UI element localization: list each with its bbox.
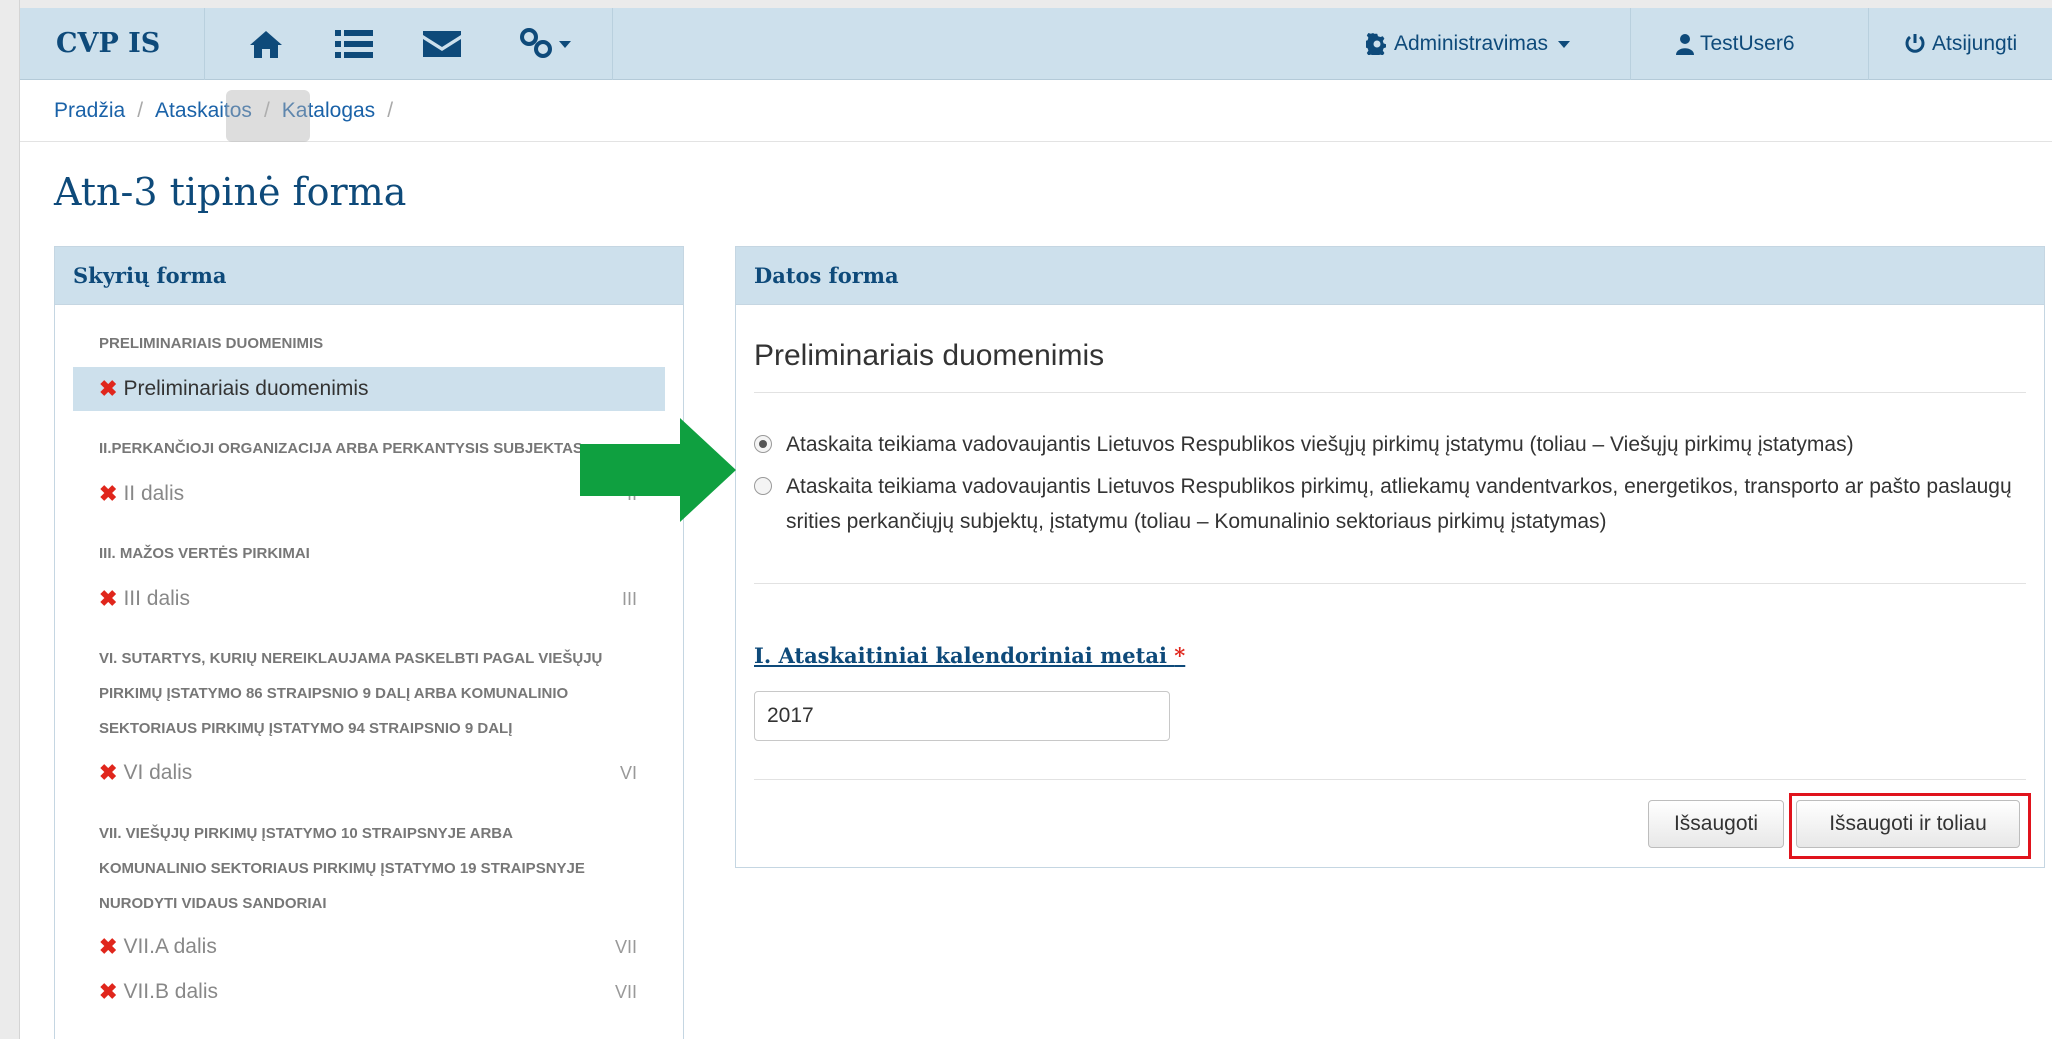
- section-roman: VI: [619, 762, 637, 783]
- breadcrumb-home[interactable]: Pradžia: [54, 99, 125, 123]
- nav-divider: [612, 8, 613, 80]
- green-arrow-annotation: [580, 418, 736, 522]
- user-icon: [1676, 34, 1694, 55]
- sections-panel: Skyrių forma PRELIMINARIAIS DUOMENIMIS ✖…: [54, 246, 684, 1039]
- section-item-vii-a[interactable]: ✖ VII.A dalis VII: [73, 925, 665, 969]
- divider: [754, 583, 2026, 584]
- section-header: NURODYTI VIDAUS SANDORIAI: [99, 895, 327, 912]
- required-mark: *: [1174, 643, 1186, 668]
- user-menu[interactable]: TestUser6: [1676, 8, 1795, 80]
- logout-link[interactable]: Atsijungti: [1904, 8, 2017, 80]
- breadcrumb-separator: /: [137, 98, 144, 122]
- data-form-title: Datos forma: [736, 247, 2044, 305]
- gear-icon: [1366, 33, 1387, 55]
- nav-divider: [1630, 8, 1631, 80]
- error-x-icon: ✖: [99, 481, 118, 506]
- link-icon[interactable]: [510, 26, 580, 62]
- admin-menu[interactable]: Administravimas: [1366, 8, 1571, 80]
- radio-option-public-procurement[interactable]: Ataskaita teikiama vadovaujantis Lietuvo…: [754, 427, 2034, 462]
- hover-tooltip: [226, 90, 310, 142]
- envelope-icon[interactable]: [422, 26, 462, 62]
- top-strip: [0, 0, 2052, 8]
- section-item-preliminary[interactable]: ✖ Preliminariais duomenimis: [73, 367, 665, 411]
- divider: [754, 392, 2026, 393]
- section-item-vi[interactable]: ✖ VI dalis VI: [73, 751, 665, 795]
- section-item-label: VI dalis: [123, 761, 193, 784]
- section-item-label: VII.A dalis: [123, 935, 217, 958]
- chevron-down-icon: [1558, 40, 1571, 48]
- section-header: SEKTORIAUS PIRKIMŲ ĮSTATYMO 94 STRAIPSNI…: [99, 720, 513, 737]
- year-field-label: I. Ataskaitiniai kalendoriniai metai *: [754, 643, 1185, 668]
- nav-divider: [1868, 8, 1869, 80]
- logout-label: Atsijungti: [1932, 32, 2018, 55]
- error-x-icon: ✖: [99, 586, 118, 611]
- data-form-panel: Datos forma Preliminariais duomenimis At…: [735, 246, 2045, 868]
- navbar: CVP IS Administravimas TestUser6 Atsijun…: [20, 8, 2052, 80]
- chevron-down-icon: [559, 40, 571, 48]
- year-field-label-text: I. Ataskaitiniai kalendoriniai metai: [754, 643, 1167, 668]
- section-roman: VII: [614, 936, 637, 957]
- divider: [754, 779, 2026, 780]
- error-x-icon: ✖: [99, 934, 118, 959]
- radio-button[interactable]: [754, 477, 772, 495]
- section-item-label: Preliminariais duomenimis: [123, 377, 369, 400]
- section-header: VII. VIEŠŲJŲ PIRKIMŲ ĮSTATYMO 10 STRAIPS…: [99, 825, 513, 842]
- save-button[interactable]: Išsaugoti: [1648, 800, 1784, 848]
- brand-divider: [204, 8, 205, 80]
- section-item-iii[interactable]: ✖ III dalis III: [73, 577, 665, 621]
- radio-option-utilities-procurement[interactable]: Ataskaita teikiama vadovaujantis Lietuvo…: [754, 469, 2034, 539]
- year-input[interactable]: [754, 691, 1170, 741]
- section-header: KOMUNALINIO SEKTORIAUS PIRKIMŲ ĮSTATYMO …: [99, 860, 585, 877]
- form-heading: Preliminariais duomenimis: [754, 339, 1105, 372]
- error-x-icon: ✖: [99, 376, 118, 401]
- error-x-icon: ✖: [99, 760, 118, 785]
- section-item-label: II dalis: [123, 482, 185, 505]
- red-highlight-box: [1789, 793, 2031, 859]
- sections-panel-title: Skyrių forma: [55, 247, 683, 305]
- radio-label: Ataskaita teikiama vadovaujantis Lietuvo…: [786, 433, 1854, 456]
- error-x-icon: ✖: [99, 979, 118, 1004]
- section-item-ii[interactable]: ✖ II dalis II: [73, 472, 665, 516]
- home-icon[interactable]: [246, 26, 286, 62]
- breadcrumb-separator: /: [387, 98, 394, 122]
- section-header: PRELIMINARIAIS DUOMENIMIS: [99, 335, 324, 352]
- admin-menu-label: Administravimas: [1394, 32, 1549, 55]
- scroll-gutter: [0, 0, 20, 1039]
- section-item-label: VII.B dalis: [123, 980, 218, 1003]
- section-roman: III: [621, 588, 637, 609]
- radio-button[interactable]: [754, 435, 772, 453]
- brand-logo[interactable]: CVP IS: [56, 8, 160, 80]
- list-icon[interactable]: [334, 26, 374, 62]
- power-icon: [1905, 34, 1925, 53]
- user-menu-label: TestUser6: [1700, 32, 1795, 55]
- section-item-vii-b[interactable]: ✖ VII.B dalis VII: [73, 970, 665, 1014]
- section-header: III. MAŽOS VERTĖS PIRKIMAI: [99, 545, 310, 562]
- section-header: PIRKIMŲ ĮSTATYMO 86 STRAIPSNIO 9 DALĮ AR…: [99, 685, 569, 702]
- radio-label: Ataskaita teikiama vadovaujantis Lietuvo…: [786, 475, 2012, 533]
- breadcrumb: Pradžia / Ataskaitos / Katalogas /: [20, 80, 2052, 142]
- section-item-label: III dalis: [123, 587, 190, 610]
- page-title: Atn-3 tipinė forma: [54, 170, 407, 214]
- section-roman: VII: [614, 981, 637, 1002]
- section-header: VI. SUTARTYS, KURIŲ NEREIKLAUJAMA PASKEL…: [99, 650, 603, 667]
- section-header: II.PERKANČIOJI ORGANIZACIJA ARBA PERKANT…: [99, 440, 583, 457]
